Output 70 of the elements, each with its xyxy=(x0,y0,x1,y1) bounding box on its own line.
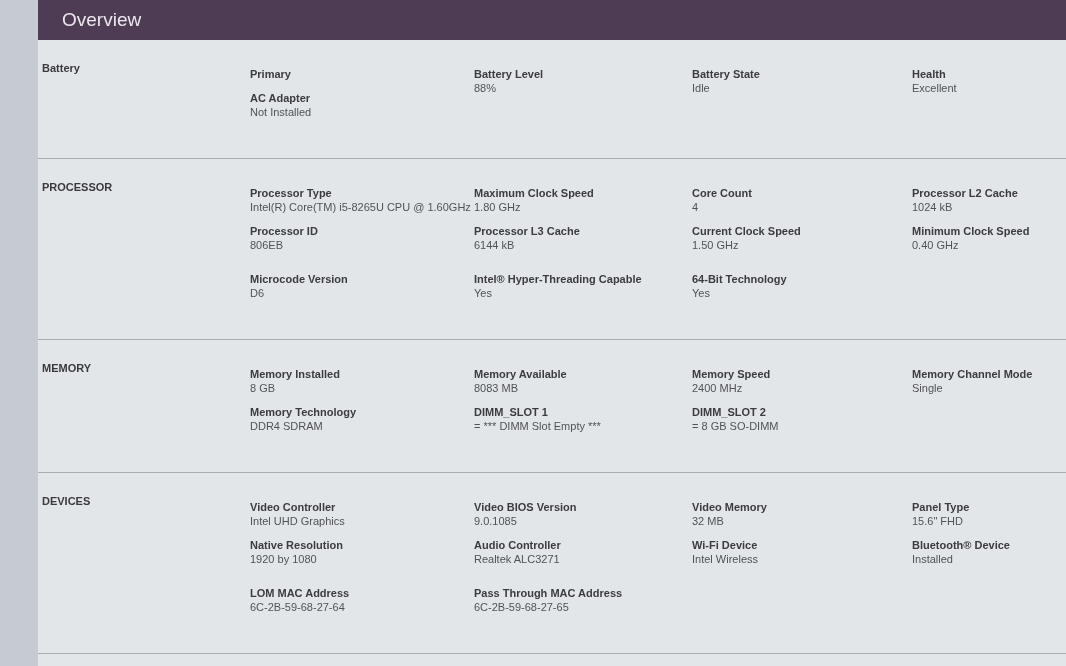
field-value: = *** DIMM Slot Empty *** xyxy=(474,420,601,432)
field-label: Processor ID xyxy=(250,225,318,237)
field-label: Battery Level xyxy=(474,68,544,80)
field-value: 8083 MB xyxy=(474,382,519,394)
field-value: Intel UHD Graphics xyxy=(250,515,345,527)
field-value: Single xyxy=(912,382,943,394)
field-label: Pass Through MAC Address xyxy=(474,587,623,599)
field-value: = 8 GB SO-DIMM xyxy=(692,420,779,432)
field-label: Native Resolution xyxy=(250,539,343,551)
field-label: Audio Controller xyxy=(474,539,561,551)
field-value: 6C-2B-59-68-27-64 xyxy=(250,601,345,613)
field-label: DIMM_SLOT 1 xyxy=(474,406,548,418)
field-value: Yes xyxy=(692,287,710,299)
field-label: Memory Installed xyxy=(250,368,340,380)
field-value: D6 xyxy=(250,287,265,299)
field-value: 806EB xyxy=(250,239,284,251)
field-label: 64-Bit Technology xyxy=(692,273,787,285)
field-value: 9.0.1085 xyxy=(474,515,517,527)
field-label: Intel® Hyper-Threading Capable xyxy=(474,273,642,285)
field-value: Idle xyxy=(692,82,710,94)
field-value: Not Installed xyxy=(250,106,312,118)
field-label: Bluetooth® Device xyxy=(912,539,1010,551)
field-label: Panel Type xyxy=(912,501,970,513)
field-label: Memory Available xyxy=(474,368,567,380)
field-label: Processor L3 Cache xyxy=(474,225,580,237)
field-label: Core Count xyxy=(692,187,752,199)
field-value: 6144 kB xyxy=(474,239,515,251)
field-value: 1024 kB xyxy=(912,201,953,213)
field-value: Intel Wireless xyxy=(692,553,759,565)
field-label: LOM MAC Address xyxy=(250,587,350,599)
field-value: 6C-2B-59-68-27-65 xyxy=(474,601,569,613)
field-value: Intel(R) Core(TM) i5-8265U CPU @ 1.60GHz xyxy=(250,201,471,213)
field-label: Memory Speed xyxy=(692,368,771,380)
field-label: AC Adapter xyxy=(250,92,311,104)
field-label: Primary xyxy=(250,68,291,80)
field-label: Microcode Version xyxy=(250,273,348,285)
field-value: Installed xyxy=(912,553,953,565)
field-label: Video Memory xyxy=(692,501,767,513)
field-value: 1920 by 1080 xyxy=(250,553,317,565)
field-label: Video BIOS Version xyxy=(474,501,577,513)
field-label: Health xyxy=(912,68,946,80)
field-label: Maximum Clock Speed xyxy=(474,187,594,199)
field-value: 1.80 GHz xyxy=(474,201,521,213)
field-label: Current Clock Speed xyxy=(692,225,801,237)
field-value: 1.50 GHz xyxy=(692,239,739,251)
field-label: Wi-Fi Device xyxy=(692,539,758,551)
section-title: Battery xyxy=(42,62,80,74)
field-value: 88% xyxy=(474,82,497,94)
field-value: 2400 MHz xyxy=(692,382,743,394)
field-value: Excellent xyxy=(912,82,957,94)
field-value: DDR4 SDRAM xyxy=(250,420,323,432)
section-title: DEVICES xyxy=(42,495,91,507)
field-label: Memory Technology xyxy=(250,406,357,418)
field-value: Yes xyxy=(474,287,492,299)
field-value: 0.40 GHz xyxy=(912,239,959,251)
field-label: Battery State xyxy=(692,68,760,80)
field-label: Processor L2 Cache xyxy=(912,187,1018,199)
field-value: Realtek ALC3271 xyxy=(474,553,560,565)
page-title: Overview xyxy=(62,9,142,31)
field-value: 32 MB xyxy=(692,515,724,527)
field-label: DIMM_SLOT 2 xyxy=(692,406,766,418)
field-value: 15.6" FHD xyxy=(912,515,963,527)
field-value: 4 xyxy=(692,201,699,213)
field-label: Minimum Clock Speed xyxy=(912,225,1030,237)
section-title: MEMORY xyxy=(42,362,92,374)
field-label: Video Controller xyxy=(250,501,336,513)
field-label: Processor Type xyxy=(250,187,332,199)
field-label: Memory Channel Mode xyxy=(912,368,1033,380)
field-value: 8 GB xyxy=(250,382,276,394)
section-title: PROCESSOR xyxy=(42,181,113,193)
